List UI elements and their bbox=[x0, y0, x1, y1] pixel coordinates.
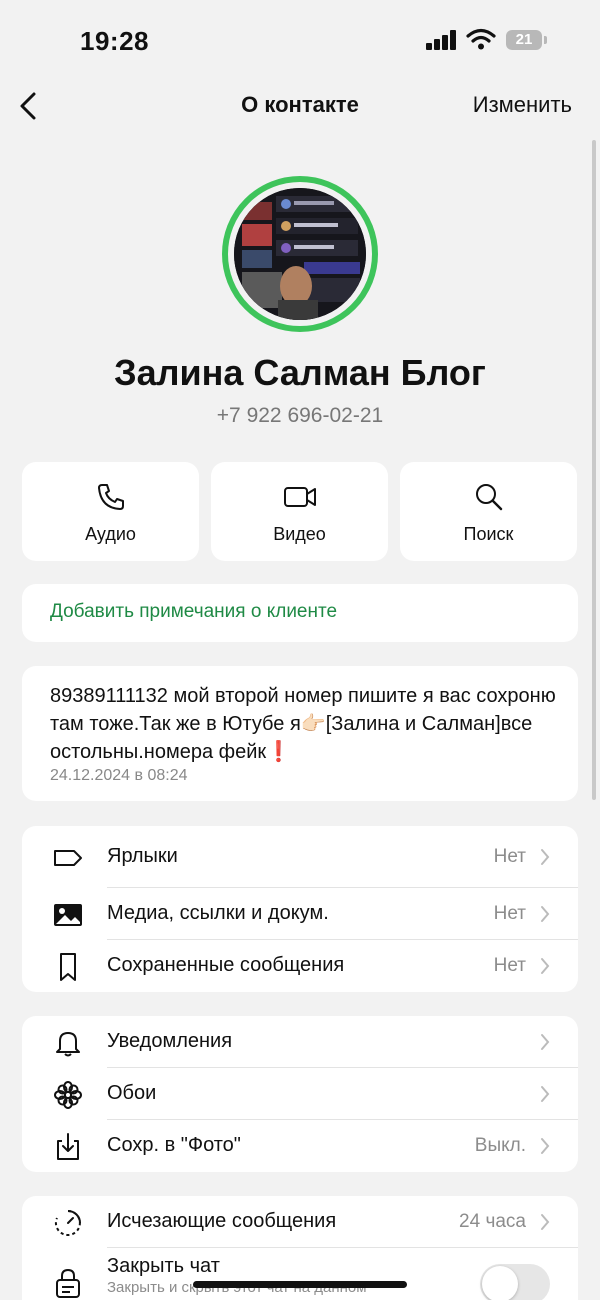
row-media-title: Медиа, ссылки и докум. bbox=[107, 902, 329, 924]
row-labels[interactable]: Ярлыки Нет bbox=[22, 831, 578, 883]
row-lock-chat-title: Закрыть чат bbox=[107, 1255, 220, 1277]
search-button[interactable]: Поиск bbox=[400, 462, 577, 561]
about-text: 89389111132 мой второй номер пишите я ва… bbox=[50, 685, 556, 763]
lock-chat-toggle[interactable] bbox=[480, 1264, 550, 1300]
chat-lock-icon bbox=[56, 1268, 80, 1298]
status-time: 19:28 bbox=[80, 26, 149, 56]
about-card: 89389111132 мой второй номер пишите я ва… bbox=[22, 666, 578, 801]
row-saved-title: Сохраненные сообщения bbox=[107, 954, 345, 976]
timer-icon bbox=[54, 1210, 81, 1236]
video-camera-icon bbox=[283, 487, 316, 507]
avatar[interactable] bbox=[234, 188, 366, 320]
phone-icon bbox=[97, 484, 124, 510]
video-call-button[interactable]: Видео bbox=[211, 462, 388, 561]
bookmark-icon bbox=[60, 953, 76, 981]
row-media-value: Нет bbox=[493, 903, 526, 924]
battery-level: 21 bbox=[515, 31, 533, 48]
video-call-label: Видео bbox=[273, 524, 326, 544]
cellular-signal-icon bbox=[426, 30, 458, 50]
save-download-icon bbox=[57, 1133, 79, 1160]
row-disappearing-value: 24 часа bbox=[459, 1211, 526, 1232]
avatar-status-ring[interactable] bbox=[222, 176, 378, 332]
bell-icon bbox=[56, 1032, 80, 1057]
avatar-image bbox=[234, 188, 366, 320]
row-labels-value: Нет bbox=[493, 846, 526, 867]
about-date: 24.12.2024 в 08:24 bbox=[50, 767, 188, 784]
row-notifications[interactable]: Уведомления bbox=[22, 1016, 578, 1068]
search-icon bbox=[475, 484, 502, 511]
status-bar: 19:28 21 bbox=[0, 0, 600, 80]
row-wallpaper-title: Обои bbox=[107, 1082, 157, 1104]
flower-icon bbox=[54, 1081, 82, 1109]
row-saved-messages[interactable]: Сохраненные сообщения Нет bbox=[22, 940, 578, 992]
label-tag-icon bbox=[54, 850, 82, 866]
battery-icon: 21 bbox=[506, 30, 547, 50]
row-lock-chat: Закрыть чат Закрыть и скрыть этот чат на… bbox=[22, 1254, 578, 1300]
row-save-to-photos[interactable]: Сохр. в "Фото" Выкл. bbox=[22, 1120, 578, 1172]
chevron-right-icon bbox=[541, 906, 550, 922]
row-saved-value: Нет bbox=[493, 955, 526, 976]
add-notes-link[interactable]: Добавить примечания о клиенте bbox=[50, 601, 337, 623]
row-wallpaper[interactable]: Обои bbox=[22, 1068, 578, 1120]
chevron-right-icon bbox=[541, 1086, 550, 1102]
chevron-right-icon bbox=[541, 958, 550, 974]
edit-button[interactable]: Изменить bbox=[473, 92, 572, 118]
nav-bar: О контакте Изменить bbox=[0, 80, 600, 132]
chevron-right-icon bbox=[541, 849, 550, 865]
contact-name: Залина Салман Блог bbox=[114, 352, 486, 393]
row-notifications-title: Уведомления bbox=[107, 1030, 233, 1052]
audio-call-label: Аудио bbox=[85, 524, 136, 544]
contact-phone: +7 922 696-02-21 bbox=[216, 404, 384, 427]
settings-group-chat: Уведомления Обои Сохр. в "Фото" Выкл. bbox=[22, 1016, 578, 1172]
scrollbar[interactable] bbox=[592, 140, 596, 800]
wifi-icon bbox=[466, 28, 496, 50]
row-save-photos-title: Сохр. в "Фото" bbox=[107, 1134, 241, 1156]
row-disappearing-title: Исчезающие сообщения bbox=[107, 1210, 337, 1232]
add-notes-card[interactable]: Добавить примечания о клиенте bbox=[22, 584, 578, 642]
row-save-photos-value: Выкл. bbox=[474, 1135, 526, 1156]
search-label: Поиск bbox=[463, 524, 514, 544]
chevron-right-icon bbox=[541, 1214, 550, 1230]
divider bbox=[107, 1247, 578, 1248]
chevron-right-icon bbox=[541, 1034, 550, 1050]
chevron-right-icon bbox=[541, 1138, 550, 1154]
audio-call-button[interactable]: Аудио bbox=[22, 462, 199, 561]
home-indicator[interactable] bbox=[193, 1281, 407, 1288]
row-media[interactable]: Медиа, ссылки и докум. Нет bbox=[22, 888, 578, 940]
photo-icon bbox=[54, 904, 82, 926]
row-labels-title: Ярлыки bbox=[107, 845, 178, 867]
row-disappearing-messages[interactable]: Исчезающие сообщения 24 часа bbox=[22, 1196, 578, 1248]
settings-group-media: Ярлыки Нет Медиа, ссылки и докум. Нет Со… bbox=[22, 826, 578, 992]
